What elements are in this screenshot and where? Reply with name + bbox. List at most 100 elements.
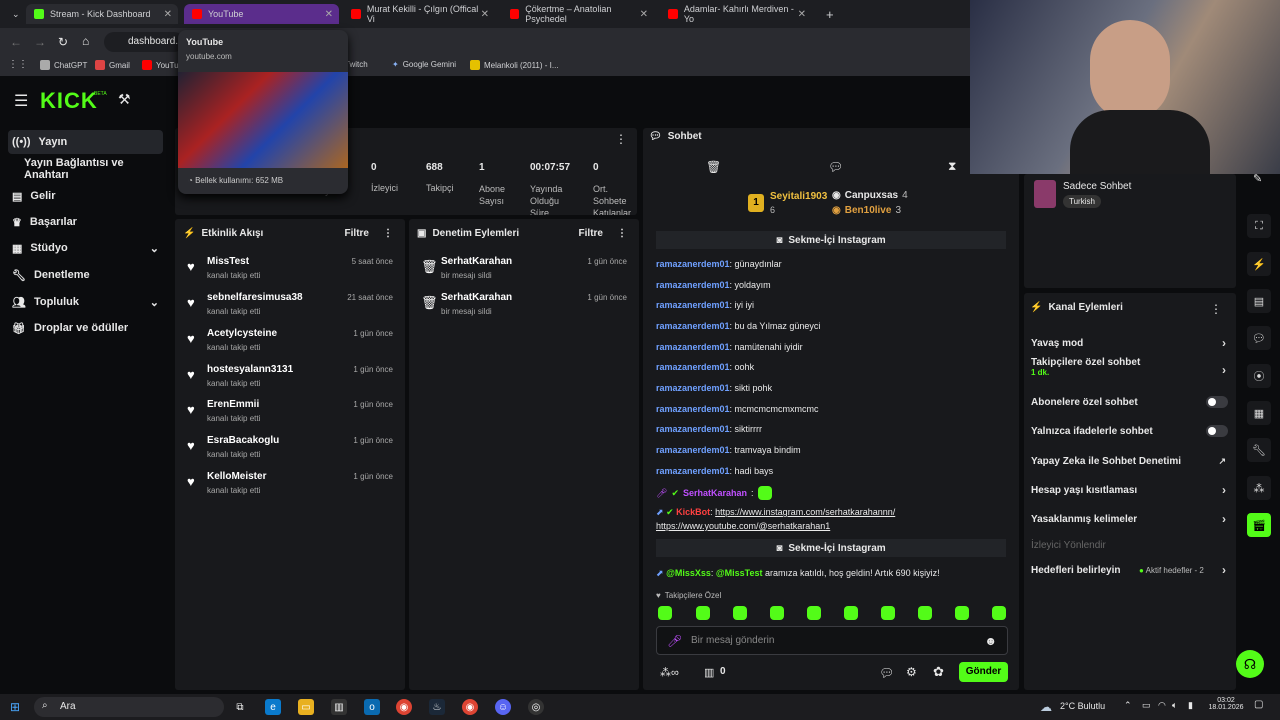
chat-username[interactable]: @MissXss bbox=[666, 568, 711, 578]
filter-button[interactable]: Filtre bbox=[345, 228, 369, 239]
taskbar-search[interactable]: ⌕ Ara bbox=[34, 697, 224, 717]
volume-icon[interactable]: 🔈︎ bbox=[1172, 700, 1177, 711]
filter-button[interactable]: Filtre bbox=[579, 228, 603, 239]
forward-icon[interactable]: → bbox=[34, 35, 46, 49]
broadcast-icon[interactable]: ⦿ bbox=[1247, 364, 1271, 388]
hourglass-icon[interactable]: ⧗ bbox=[948, 159, 956, 174]
close-icon[interactable]: ✕ bbox=[798, 9, 806, 20]
bookmark-gemini[interactable]: ✦ Google Gemini bbox=[392, 60, 456, 69]
store-icon[interactable]: ▥ bbox=[704, 666, 714, 679]
action-raid[interactable]: İzleyici Yönlendir bbox=[1031, 535, 1228, 555]
puzzle-icon[interactable]: ✿ bbox=[933, 664, 944, 680]
tab-kick-dashboard[interactable]: Stream - Kick Dashboard ✕ bbox=[26, 4, 178, 24]
send-button[interactable]: Gönder bbox=[959, 662, 1008, 682]
bookmark-twitch[interactable]: Twitch bbox=[345, 60, 368, 69]
chat-bubble-icon[interactable]: 💬︎ bbox=[879, 666, 894, 680]
more-icon[interactable]: ⋮ bbox=[617, 228, 627, 239]
more-icon[interactable]: ⋮ bbox=[1210, 302, 1222, 316]
chat-username[interactable]: ramazanerdem01 bbox=[656, 280, 730, 290]
tab-list-button[interactable]: ⌄ bbox=[4, 4, 22, 24]
language-tag[interactable]: Turkish bbox=[1063, 195, 1101, 208]
chat-username[interactable]: ramazanerdem01 bbox=[656, 404, 730, 414]
chat-link[interactable]: https://www.instagram.com/serhatkarahann… bbox=[715, 507, 895, 517]
action-account-age[interactable]: Hesap yaşı kısıtlaması › bbox=[1031, 480, 1228, 500]
chat-username[interactable]: ramazanerdem01 bbox=[656, 342, 730, 352]
action-goals[interactable]: Hedefleri belirleyin ● Aktif hedefler - 2… bbox=[1031, 560, 1228, 580]
hammer-icon[interactable]: ⚒ bbox=[118, 91, 131, 108]
outlook-icon[interactable]: o bbox=[364, 699, 380, 715]
emote-icon[interactable] bbox=[696, 606, 710, 620]
chat-input[interactable]: 🎤︎ Bir mesaj gönderin ☻ bbox=[656, 626, 1008, 655]
pinned-message[interactable]: ◙ Sekme-İçi Instagram bbox=[656, 539, 1006, 557]
steam-icon[interactable]: ♨ bbox=[429, 699, 445, 715]
more-icon[interactable]: ⋮ bbox=[615, 132, 627, 146]
chat-username[interactable]: ramazanerdem01 bbox=[656, 466, 730, 476]
leader-name[interactable]: Seyitali1903 bbox=[770, 191, 827, 202]
bookmark-gmail[interactable]: Gmail bbox=[95, 60, 130, 70]
tab-adamlar[interactable]: Adamlar- Kahırlı Merdiven - Yo ✕ bbox=[660, 4, 812, 24]
chat-username[interactable]: ramazanerdem01 bbox=[656, 445, 730, 455]
trash-icon[interactable]: 🗑︎ bbox=[706, 160, 721, 174]
chat-mention[interactable]: @MissTest bbox=[716, 568, 763, 578]
menu-icon[interactable]: ☰ bbox=[14, 91, 28, 111]
chat-username[interactable]: ramazanerdem01 bbox=[656, 321, 730, 331]
chat-username[interactable]: ramazanerdem01 bbox=[656, 383, 730, 393]
tab-youtube[interactable]: YouTube ✕ bbox=[184, 4, 339, 24]
points-icon[interactable]: ⁂ bbox=[1247, 476, 1271, 500]
action-emote-only[interactable]: Yalnızca ifadelerle sohbet bbox=[1031, 421, 1228, 441]
emote-icon[interactable] bbox=[955, 606, 969, 620]
chrome-profile-icon[interactable]: ◉ bbox=[462, 699, 478, 715]
weather-text[interactable]: 2°C Bulutlu bbox=[1060, 701, 1105, 711]
user-name[interactable]: SerhatKarahan bbox=[441, 292, 512, 303]
action-followers-only[interactable]: Takipçilere özel sohbet 1 dk. › bbox=[1031, 357, 1228, 385]
action-subscribers-only[interactable]: Abonelere özel sohbet bbox=[1031, 392, 1228, 412]
clock[interactable]: 03:02 18.01.2026 bbox=[1206, 697, 1246, 711]
sidebar-item-topluluk[interactable]: 👥︎ Topluluk ⌄ bbox=[8, 290, 163, 314]
battery-icon[interactable]: ▮ bbox=[1188, 700, 1193, 711]
close-icon[interactable]: ✕ bbox=[640, 9, 648, 20]
new-tab-button[interactable]: + bbox=[818, 4, 838, 24]
notification-icon[interactable]: ▢ bbox=[1254, 699, 1263, 710]
close-icon[interactable]: ✕ bbox=[481, 9, 489, 20]
chat-bubble-icon[interactable]: 💬︎ bbox=[828, 160, 843, 174]
points-icon[interactable]: ⁂∞ bbox=[660, 666, 679, 679]
apps-icon[interactable]: ⋮⋮ bbox=[8, 59, 28, 70]
emote-icon[interactable] bbox=[770, 606, 784, 620]
user-name[interactable]: ErenEmmii bbox=[207, 399, 259, 410]
action-ai-moderation[interactable]: Yapay Zeka ile Sohbet Denetimi ↗ bbox=[1031, 451, 1228, 471]
action-slow-mode[interactable]: Yavaş mod › bbox=[1031, 333, 1228, 353]
bookmark-melankoli[interactable]: Melankoli (2011) - I... bbox=[470, 60, 559, 70]
tab-murat-kekilli[interactable]: Murat Kekilli - Çılgın (Offical Vi ✕ bbox=[343, 4, 495, 24]
address-bar[interactable]: dashboard.k bbox=[104, 32, 184, 52]
file-explorer-icon[interactable]: ▭ bbox=[298, 699, 314, 715]
bolt-icon[interactable]: ⚡ bbox=[1247, 252, 1271, 276]
bookmark-youtube[interactable]: YouTu bbox=[142, 60, 179, 70]
support-icon[interactable]: ☊ bbox=[1236, 650, 1264, 678]
user-name[interactable]: SerhatKarahan bbox=[441, 256, 512, 267]
user-name[interactable]: MissTest bbox=[207, 256, 249, 267]
emoji-icon[interactable]: ☻ bbox=[984, 634, 997, 648]
back-icon[interactable]: ← bbox=[10, 35, 22, 49]
discord-icon[interactable]: ☺ bbox=[495, 699, 511, 715]
reload-icon[interactable]: ↻ bbox=[58, 35, 68, 49]
close-icon[interactable]: ✕ bbox=[164, 9, 172, 20]
storage-icon[interactable]: ▦ bbox=[1247, 401, 1271, 425]
home-icon[interactable]: ⌂ bbox=[82, 34, 89, 48]
user-name[interactable]: KelloMeister bbox=[207, 471, 266, 482]
close-icon[interactable]: ✕ bbox=[325, 9, 333, 20]
pinned-message[interactable]: ◙ Sekme-İçi Instagram bbox=[656, 231, 1006, 249]
chat-username[interactable]: KickBot bbox=[676, 507, 710, 517]
pencil-icon[interactable]: ✎ bbox=[1253, 172, 1262, 185]
leader-name[interactable]: Ben10live bbox=[845, 205, 892, 216]
mic-icon[interactable]: 🎤︎ bbox=[667, 634, 682, 648]
chat-icon[interactable]: 💬︎ bbox=[1247, 326, 1271, 350]
windows-start-icon[interactable]: ⊞ bbox=[10, 700, 20, 714]
network-icon[interactable]: ▭ bbox=[1142, 700, 1151, 711]
gear-icon[interactable]: ⚙ bbox=[906, 665, 917, 679]
sidebar-item-gelir[interactable]: ▤ Gelir bbox=[8, 184, 163, 208]
user-name[interactable]: hostesyalann3131 bbox=[207, 364, 293, 375]
subscribers-only-toggle[interactable] bbox=[1206, 396, 1228, 408]
wifi-icon[interactable]: ◠ bbox=[1158, 700, 1166, 711]
emote-icon[interactable] bbox=[992, 606, 1006, 620]
emote-icon[interactable] bbox=[881, 606, 895, 620]
